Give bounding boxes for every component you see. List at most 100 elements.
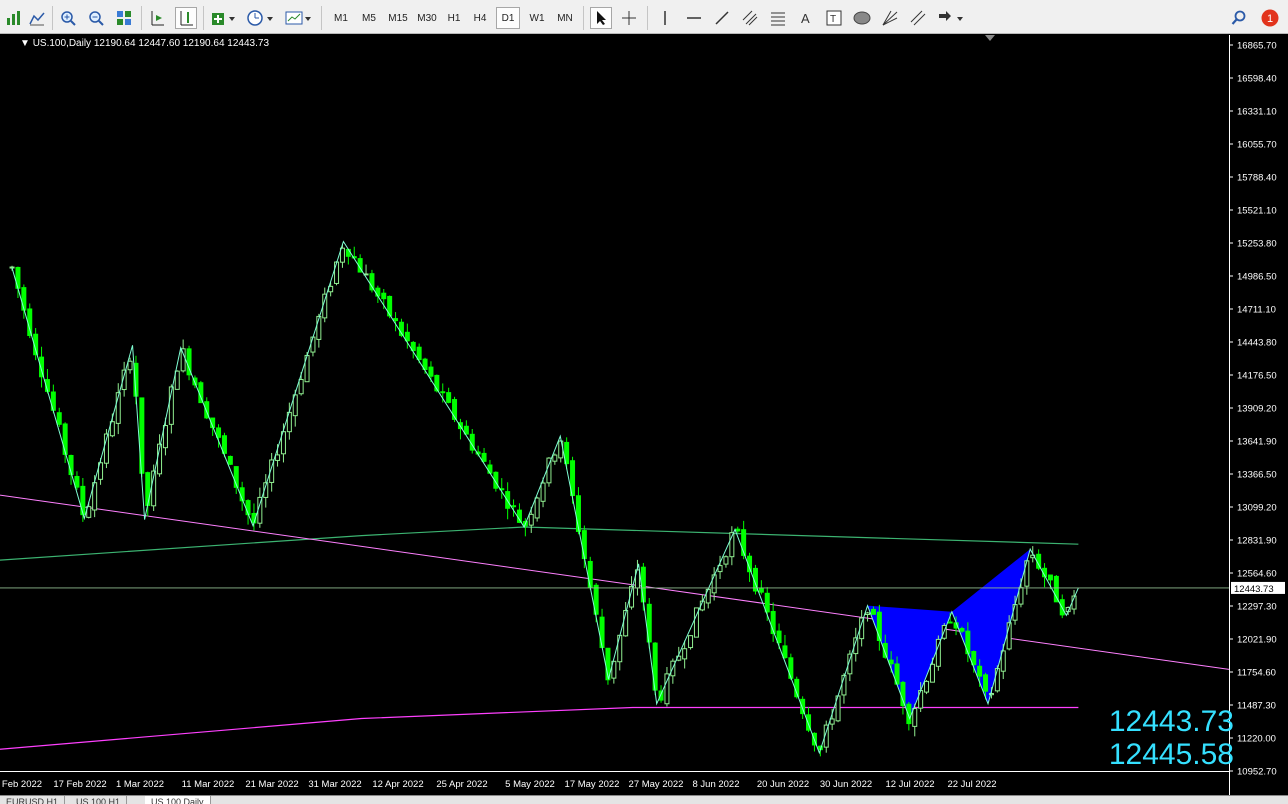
candle-body — [994, 668, 1000, 692]
horizontal-line-icon[interactable] — [683, 7, 705, 29]
candle-body — [587, 560, 593, 588]
price-tick-label: 14711.10 — [1237, 305, 1276, 316]
candle-body — [416, 346, 422, 361]
date-tick-label: 5 May 2022 — [505, 779, 555, 790]
chart-templates-icon[interactable] — [283, 7, 315, 29]
candle-body — [711, 574, 717, 594]
price-tick-label: 12831.90 — [1237, 536, 1277, 547]
svg-text:T: T — [830, 14, 836, 25]
notifications-icon[interactable]: 1 — [1258, 7, 1282, 29]
cursor-icon[interactable] — [590, 7, 612, 29]
timeframe-d1[interactable]: D1 — [496, 7, 520, 29]
candle-body — [1018, 587, 1024, 605]
text-tool-icon[interactable]: A — [795, 7, 817, 29]
price-tick-label: 16865.70 — [1237, 41, 1277, 52]
chart-symbol: US.100,Daily — [32, 38, 92, 49]
candle-body — [788, 657, 794, 679]
zoom-in-icon[interactable] — [57, 7, 79, 29]
chart-shift-icon[interactable] — [146, 7, 168, 29]
timeframe-m30[interactable]: M30 — [413, 7, 441, 29]
date-tick-label: Feb 2022 — [2, 779, 42, 790]
fibonacci-channel-icon[interactable] — [907, 7, 929, 29]
candle-body — [80, 485, 86, 516]
candle-body — [929, 663, 935, 683]
equidistant-channel-icon[interactable] — [739, 7, 761, 29]
candle-body — [870, 608, 876, 615]
candle-body — [174, 370, 180, 390]
price-tick-label: 15253.80 — [1237, 239, 1277, 250]
price-tick-label: 14986.50 — [1237, 272, 1277, 283]
candle-body — [275, 454, 281, 461]
timeframe-mn[interactable]: MN — [552, 7, 578, 29]
chart-shift-marker — [985, 35, 995, 41]
price-tick-label: 16331.10 — [1237, 107, 1277, 118]
chart-canvas[interactable]: 16865.70 16598.40 16331.10 16055.70 15788.40… — [0, 35, 1288, 795]
candle-body — [764, 592, 770, 613]
candle-body — [723, 556, 729, 565]
timeframe-m1[interactable]: M1 — [328, 7, 354, 29]
auto-scroll-icon[interactable] — [175, 7, 197, 29]
candle-body — [758, 588, 764, 593]
tile-windows-icon[interactable] — [113, 7, 135, 29]
date-tick-label: 22 Jul 2022 — [947, 779, 996, 790]
candle-body — [776, 630, 782, 644]
timeframe-h1[interactable]: H1 — [442, 7, 466, 29]
price-tick-label: 13641.90 — [1237, 437, 1277, 448]
candle-body — [888, 659, 894, 665]
candle-body — [74, 475, 80, 488]
text-label-icon[interactable]: T — [823, 7, 845, 29]
candle-body — [552, 454, 558, 462]
candle-body — [381, 292, 387, 300]
candle-body — [127, 360, 133, 371]
timeframe-h4[interactable]: H4 — [468, 7, 492, 29]
date-tick-label: 31 Mar 2022 — [308, 779, 361, 790]
candle-body — [682, 648, 688, 660]
candle-body — [900, 681, 906, 706]
crosshair-icon[interactable] — [618, 7, 640, 29]
timeframe-m15[interactable]: M15 — [384, 7, 412, 29]
date-tick-label: 12 Apr 2022 — [372, 779, 423, 790]
price-tick-label: 11754.60 — [1237, 668, 1276, 679]
candle-body — [534, 497, 540, 519]
search-icon[interactable] — [1228, 7, 1250, 29]
candle-body — [516, 509, 522, 523]
trendline-icon[interactable] — [711, 7, 733, 29]
moving-average-line — [0, 526, 1079, 561]
indicators-icon[interactable] — [209, 7, 239, 29]
date-tick-label: 11 Mar 2022 — [182, 779, 235, 790]
price-chart[interactable]: 16865.70 16598.40 16331.10 16055.70 15788.40… — [0, 35, 1288, 795]
new-chart-icon[interactable] — [3, 7, 25, 29]
timeframe-m5[interactable]: M5 — [356, 7, 382, 29]
ellipse-icon[interactable] — [851, 7, 873, 29]
date-tick-label: 8 Jun 2022 — [692, 779, 739, 790]
zoom-out-icon[interactable] — [85, 7, 107, 29]
candle-body — [487, 464, 493, 474]
candle-body — [180, 348, 186, 372]
candle-body — [334, 261, 340, 284]
price-tick-label: 11487.30 — [1237, 701, 1276, 712]
svg-text:A: A — [801, 11, 810, 26]
timeframe-w1[interactable]: W1 — [524, 7, 550, 29]
candle-body — [481, 452, 487, 462]
candle-body — [599, 616, 605, 649]
arrows-tool-icon[interactable] — [935, 7, 967, 29]
ask-price: 12445.58 — [1108, 738, 1234, 771]
templates-icon[interactable] — [26, 7, 48, 29]
candle-body — [983, 674, 989, 692]
chart-menu-icon[interactable]: ▼ — [20, 38, 30, 49]
candle-body — [581, 530, 587, 560]
price-tick-label: 16598.40 — [1237, 74, 1277, 85]
date-tick-label: 30 Jun 2022 — [820, 779, 872, 790]
fibonacci-retracement-icon[interactable] — [767, 7, 789, 29]
fibonacci-fan-icon[interactable] — [879, 7, 901, 29]
date-tick-label: 17 Feb 2022 — [53, 779, 106, 790]
candle-body — [959, 628, 965, 632]
candle-body — [298, 379, 304, 395]
periods-clock-icon[interactable] — [245, 7, 277, 29]
candle-body — [829, 718, 835, 725]
vertical-line-icon[interactable] — [654, 7, 676, 29]
candle-body — [735, 528, 741, 532]
candle-body — [688, 635, 694, 649]
candle-body — [924, 680, 930, 693]
candle-body — [505, 491, 511, 509]
